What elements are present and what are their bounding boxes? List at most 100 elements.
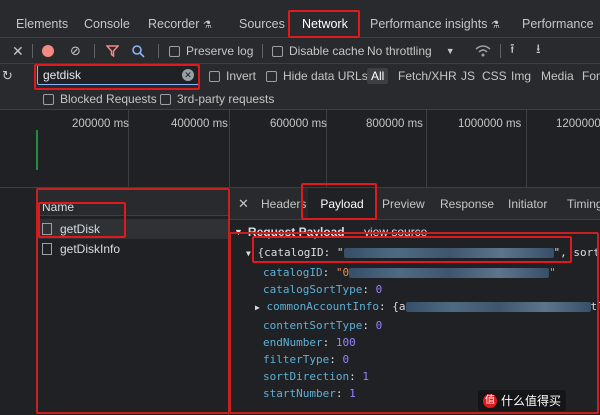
tab-timing[interactable]: Timing bbox=[567, 188, 600, 220]
preserve-log-label: Preserve log bbox=[186, 44, 254, 58]
preserve-log-checkbox[interactable]: Preserve log bbox=[169, 38, 253, 64]
field-key: commonAccountInfo bbox=[266, 300, 380, 314]
divider bbox=[94, 44, 95, 58]
throttling-select[interactable]: No throttling ▼ bbox=[367, 38, 455, 64]
type-filter-media[interactable]: Media bbox=[541, 64, 574, 88]
watermark-text: 什么值得买 bbox=[501, 394, 562, 408]
invert-label: Invert bbox=[226, 69, 257, 83]
request-payload-section[interactable]: ▼ Request Payload view source bbox=[234, 224, 427, 240]
filter-icon[interactable] bbox=[106, 38, 119, 64]
name-column-header[interactable]: Name bbox=[36, 188, 229, 216]
payload-field: contentSortType: 0 bbox=[263, 318, 383, 332]
type-filter-all[interactable]: All bbox=[367, 64, 389, 88]
disable-cache-checkbox[interactable]: Disable cache bbox=[272, 38, 364, 64]
tab-sources[interactable]: Sources bbox=[239, 10, 285, 38]
import-har-icon[interactable]: ⭱ bbox=[510, 38, 515, 64]
field-value: {a bbox=[392, 300, 406, 314]
timeline-overview[interactable]: 200000 ms 400000 ms 600000 ms 800000 ms … bbox=[0, 110, 600, 188]
type-filter-js[interactable]: JS bbox=[461, 64, 475, 88]
field-key: endNumber bbox=[263, 335, 323, 349]
timeline-tick-label: 1000000 ms bbox=[458, 118, 522, 130]
watermark-logo-icon: 值 bbox=[483, 393, 497, 408]
field-value: 0 bbox=[342, 353, 350, 367]
field-value: 0 bbox=[375, 283, 383, 297]
search-icon[interactable] bbox=[132, 38, 145, 64]
dropdown-arrow-icon: ▼ bbox=[445, 46, 455, 56]
close-icon[interactable]: ✕ bbox=[12, 38, 24, 64]
field-value: 1 bbox=[349, 387, 356, 401]
network-toolbar: ✕ ⊘ Preserve log Disable cache No thrott… bbox=[0, 38, 600, 64]
blocked-requests-label: Blocked Requests bbox=[60, 92, 157, 106]
left-gutter bbox=[0, 188, 36, 415]
section-title: Request Payload bbox=[247, 225, 345, 239]
payload-open: {catalogID: " bbox=[257, 246, 344, 259]
type-filter-img[interactable]: Img bbox=[511, 64, 531, 88]
type-filter-css[interactable]: CSS bbox=[482, 64, 507, 88]
filter-input[interactable]: getdisk ✕ bbox=[37, 65, 199, 85]
request-list: Name getDisk getDiskInfo bbox=[36, 188, 229, 415]
tab-network[interactable]: Network bbox=[302, 10, 348, 38]
file-icon bbox=[42, 243, 52, 255]
tab-recorder-label: Recorder bbox=[148, 17, 200, 31]
record-button[interactable] bbox=[42, 38, 54, 64]
checkbox-box bbox=[160, 93, 171, 105]
request-row-getdiskinfo[interactable]: getDiskInfo bbox=[36, 239, 229, 259]
invert-checkbox[interactable]: Invert bbox=[209, 64, 256, 88]
payload-field: endNumber: 100 bbox=[263, 335, 356, 349]
network-conditions-icon[interactable] bbox=[475, 38, 491, 64]
field-tail: tTy bbox=[590, 300, 600, 314]
tab-headers[interactable]: Headers bbox=[261, 188, 306, 220]
divider bbox=[32, 44, 33, 58]
devtools-panel-tabs: Elements Console Recorder ⚗ Sources Netw… bbox=[0, 0, 600, 38]
filter-bar-secondary: Blocked Requests 3rd-party requests bbox=[0, 88, 600, 110]
divider bbox=[500, 44, 501, 58]
payload-field: filterType: 0 bbox=[263, 353, 350, 367]
payload-field: catalogSortType: 0 bbox=[263, 283, 383, 297]
checkbox-box bbox=[43, 93, 54, 105]
field-key: filterType bbox=[263, 353, 330, 367]
close-details-icon[interactable]: ✕ bbox=[238, 188, 249, 220]
tab-initiator[interactable]: Initiator bbox=[508, 188, 547, 220]
watermark: 值 什么值得买 bbox=[478, 390, 567, 411]
tab-payload[interactable]: Payload bbox=[308, 188, 376, 220]
checkbox-box bbox=[209, 70, 220, 82]
payload-field[interactable]: ▶ commonAccountInfo: {atTy bbox=[255, 298, 600, 316]
tab-console[interactable]: Console bbox=[84, 10, 130, 38]
tab-recorder[interactable]: Recorder ⚗ bbox=[148, 10, 212, 38]
request-details: ✕ Headers Payload Preview Response Initi… bbox=[230, 188, 600, 415]
throttling-value: No throttling bbox=[367, 44, 432, 58]
timeline-gridline bbox=[229, 110, 230, 188]
payload-object-root[interactable]: ▼ {catalogID: " ", sortDi bbox=[246, 246, 600, 259]
type-filter-fetch-xhr[interactable]: Fetch/XHR bbox=[398, 64, 457, 88]
timeline-tick-label: 400000 ms bbox=[171, 118, 228, 130]
request-name: getDiskInfo bbox=[60, 242, 121, 256]
file-icon bbox=[42, 223, 52, 235]
blocked-requests-checkbox[interactable]: Blocked Requests bbox=[43, 88, 157, 110]
type-filter-font[interactable]: Fon bbox=[582, 64, 600, 88]
tab-preview[interactable]: Preview bbox=[382, 188, 425, 220]
clear-icon[interactable]: ⊘ bbox=[70, 38, 81, 64]
checkbox-box bbox=[272, 45, 283, 57]
tab-performance[interactable]: Performance bbox=[522, 10, 594, 38]
disable-cache-label: Disable cache bbox=[289, 44, 365, 58]
field-value: 0 bbox=[375, 318, 383, 332]
third-party-checkbox[interactable]: 3rd-party requests bbox=[160, 88, 274, 110]
timeline-tick-label: 1200000 bbox=[556, 118, 600, 130]
field-key: catalogSortType bbox=[263, 283, 363, 297]
view-source-link[interactable]: view source bbox=[364, 225, 427, 239]
tab-elements[interactable]: Elements bbox=[16, 10, 68, 38]
export-har-icon[interactable]: ⭳ bbox=[536, 38, 541, 64]
hide-data-urls-checkbox[interactable]: Hide data URLs bbox=[266, 64, 368, 88]
collapse-triangle-icon: ▼ bbox=[234, 227, 243, 237]
timeline-tick-label: 600000 ms bbox=[270, 118, 327, 130]
record-icon bbox=[42, 45, 54, 57]
hide-data-urls-label: Hide data URLs bbox=[283, 69, 368, 83]
tab-performance-insights[interactable]: Performance insights ⚗ bbox=[370, 10, 500, 38]
clear-filter-icon[interactable]: ✕ bbox=[182, 69, 194, 81]
field-key: startNumber bbox=[263, 387, 336, 401]
payload-field: sortDirection: 1 bbox=[263, 370, 369, 384]
refresh-icon[interactable]: ↻ bbox=[2, 64, 13, 88]
request-row-getdisk[interactable]: getDisk bbox=[36, 219, 229, 239]
divider bbox=[262, 44, 263, 58]
tab-response[interactable]: Response bbox=[440, 188, 494, 220]
